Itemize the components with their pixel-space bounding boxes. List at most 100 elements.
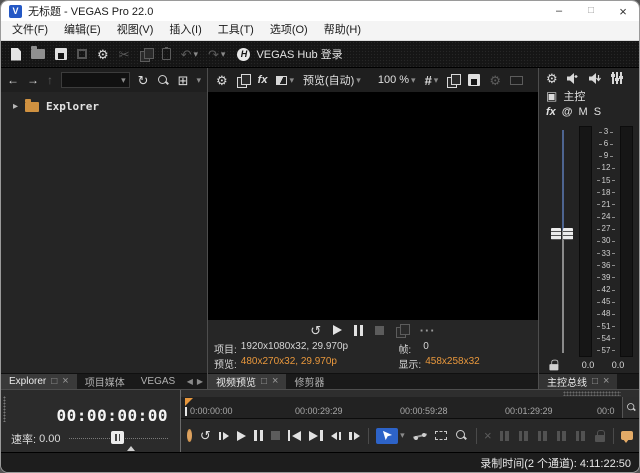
insert-marker-button[interactable] [621,431,633,440]
vegas-hub-login-button[interactable]: H VEGAS Hub 登录 [237,46,342,62]
record-button[interactable] [187,429,192,442]
copy-snapshot-button[interactable] [447,74,459,86]
tab-vegas-hub[interactable]: VEGAS [133,374,183,389]
close-tab-icon[interactable] [603,376,609,387]
timeline-drag-band[interactable] [181,390,639,397]
stop-button[interactable] [375,326,384,335]
delete-button[interactable] [484,429,492,442]
refresh-button[interactable] [138,74,149,87]
mute-button[interactable]: M [579,106,588,118]
preview-options-button[interactable] [489,74,501,87]
menu-item[interactable]: 帮助(H) [316,21,369,40]
trim-adjacent-button[interactable] [538,431,549,441]
zoom-tool-button[interactable] [455,429,468,442]
playhead-marker-icon[interactable] [185,398,193,406]
float-window-icon[interactable] [592,377,598,387]
tab-video-preview[interactable]: 视频预览 [208,374,286,389]
open-button[interactable] [31,49,45,59]
play-button[interactable] [333,325,342,335]
new-project-button[interactable] [11,48,21,61]
fader-lock-icon[interactable] [549,360,556,371]
grid-overlay-button[interactable] [425,74,439,87]
external-monitor-button[interactable] [237,74,249,86]
float-window-icon[interactable] [261,377,267,387]
time-ruler[interactable]: 0:00:00:0000:00:29:2900:00:59:2800:01:29… [181,397,639,419]
zoom-level-dropdown[interactable]: 100 % [378,74,416,86]
undo-button[interactable] [181,48,198,61]
display-props-button[interactable] [510,76,523,85]
tab-project-media[interactable]: 项目媒体 [77,374,133,389]
bus-fx-button[interactable]: fx [546,106,556,118]
paste-button[interactable] [162,48,171,60]
scroll-left-icon[interactable]: ◀ [187,377,193,386]
lock-envelopes-button[interactable] [595,430,605,442]
forward-button[interactable] [27,74,39,86]
save-button[interactable] [55,48,67,60]
solo-button[interactable]: S [594,106,601,118]
address-combobox[interactable] [61,72,130,88]
search-button[interactable] [157,74,170,87]
menu-item[interactable]: 文件(F) [4,21,56,40]
master-bus-name[interactable]: 主控 [563,88,585,104]
fader-track[interactable] [562,130,564,353]
views-button[interactable] [178,74,189,87]
render-as-button[interactable] [77,49,87,59]
go-to-start-button[interactable] [288,430,302,441]
menu-item[interactable]: 视图(V) [109,21,162,40]
play-from-start-button[interactable] [219,432,230,440]
up-folder-button[interactable] [47,74,53,86]
project-properties-button[interactable] [97,48,109,61]
rate-slider-thumb[interactable] [111,431,124,444]
close-button[interactable] [607,1,639,21]
video-canvas[interactable] [208,92,538,320]
video-fx-button[interactable]: fx [258,74,268,86]
cut-button[interactable] [119,48,130,61]
loop-playback-button[interactable] [200,429,211,442]
stop-button[interactable] [271,431,280,440]
insert-bus-button[interactable] [567,73,580,84]
more-options-button[interactable] [420,324,436,337]
menu-item[interactable]: 编辑(E) [56,21,109,40]
menu-item[interactable]: 选项(O) [262,21,316,40]
slide-trim-button[interactable] [576,431,587,441]
menu-item[interactable]: 工具(T) [210,21,262,40]
tab-trimmer[interactable]: 修剪器 [286,374,332,389]
envelope-tool-button[interactable] [413,431,427,441]
split-screen-button[interactable] [276,76,294,85]
project-video-properties-button[interactable] [216,74,228,87]
trim-end-button[interactable] [519,431,530,441]
pause-button[interactable] [354,325,363,336]
tab-explorer[interactable]: Explorer [1,374,77,389]
menu-item[interactable]: 插入(I) [161,21,209,40]
trim-start-button[interactable] [500,431,511,441]
scroll-right-icon[interactable]: ▶ [197,377,203,386]
play-button[interactable] [237,431,246,441]
copy-button[interactable] [140,48,152,60]
close-tab-icon[interactable] [62,376,68,387]
timecode-display[interactable]: 00:00:00:00 [57,406,168,425]
go-to-end-button[interactable] [309,430,323,441]
edit-tool-selected-button[interactable] [376,428,405,444]
minimize-button[interactable]: – [543,1,575,21]
back-button[interactable] [7,74,19,86]
mixer-properties-button[interactable] [546,72,558,85]
selection-tool-button[interactable] [435,431,447,440]
copy-frame-button[interactable] [396,324,408,336]
slip-trim-button[interactable] [557,431,568,441]
pause-button[interactable] [254,430,263,441]
previous-frame-button[interactable] [331,432,342,440]
tab-master-bus[interactable]: 主控总线 [539,374,617,389]
next-frame-button[interactable] [349,432,360,440]
close-tab-icon[interactable] [272,376,278,387]
loop-playback-button[interactable] [310,324,321,337]
float-window-icon[interactable] [51,377,57,387]
tree-item-explorer[interactable]: Explorer [13,100,207,113]
automation-icon[interactable] [562,107,573,118]
playhead-cursor[interactable] [185,407,187,416]
downmix-output-button[interactable] [589,73,602,84]
redo-button[interactable] [208,48,225,61]
maximize-button[interactable] [575,1,607,21]
preview-quality-dropdown[interactable]: 预览(自动) [303,72,361,88]
ruler-zoom-button[interactable] [622,397,639,418]
fader-thumb[interactable] [551,228,573,240]
